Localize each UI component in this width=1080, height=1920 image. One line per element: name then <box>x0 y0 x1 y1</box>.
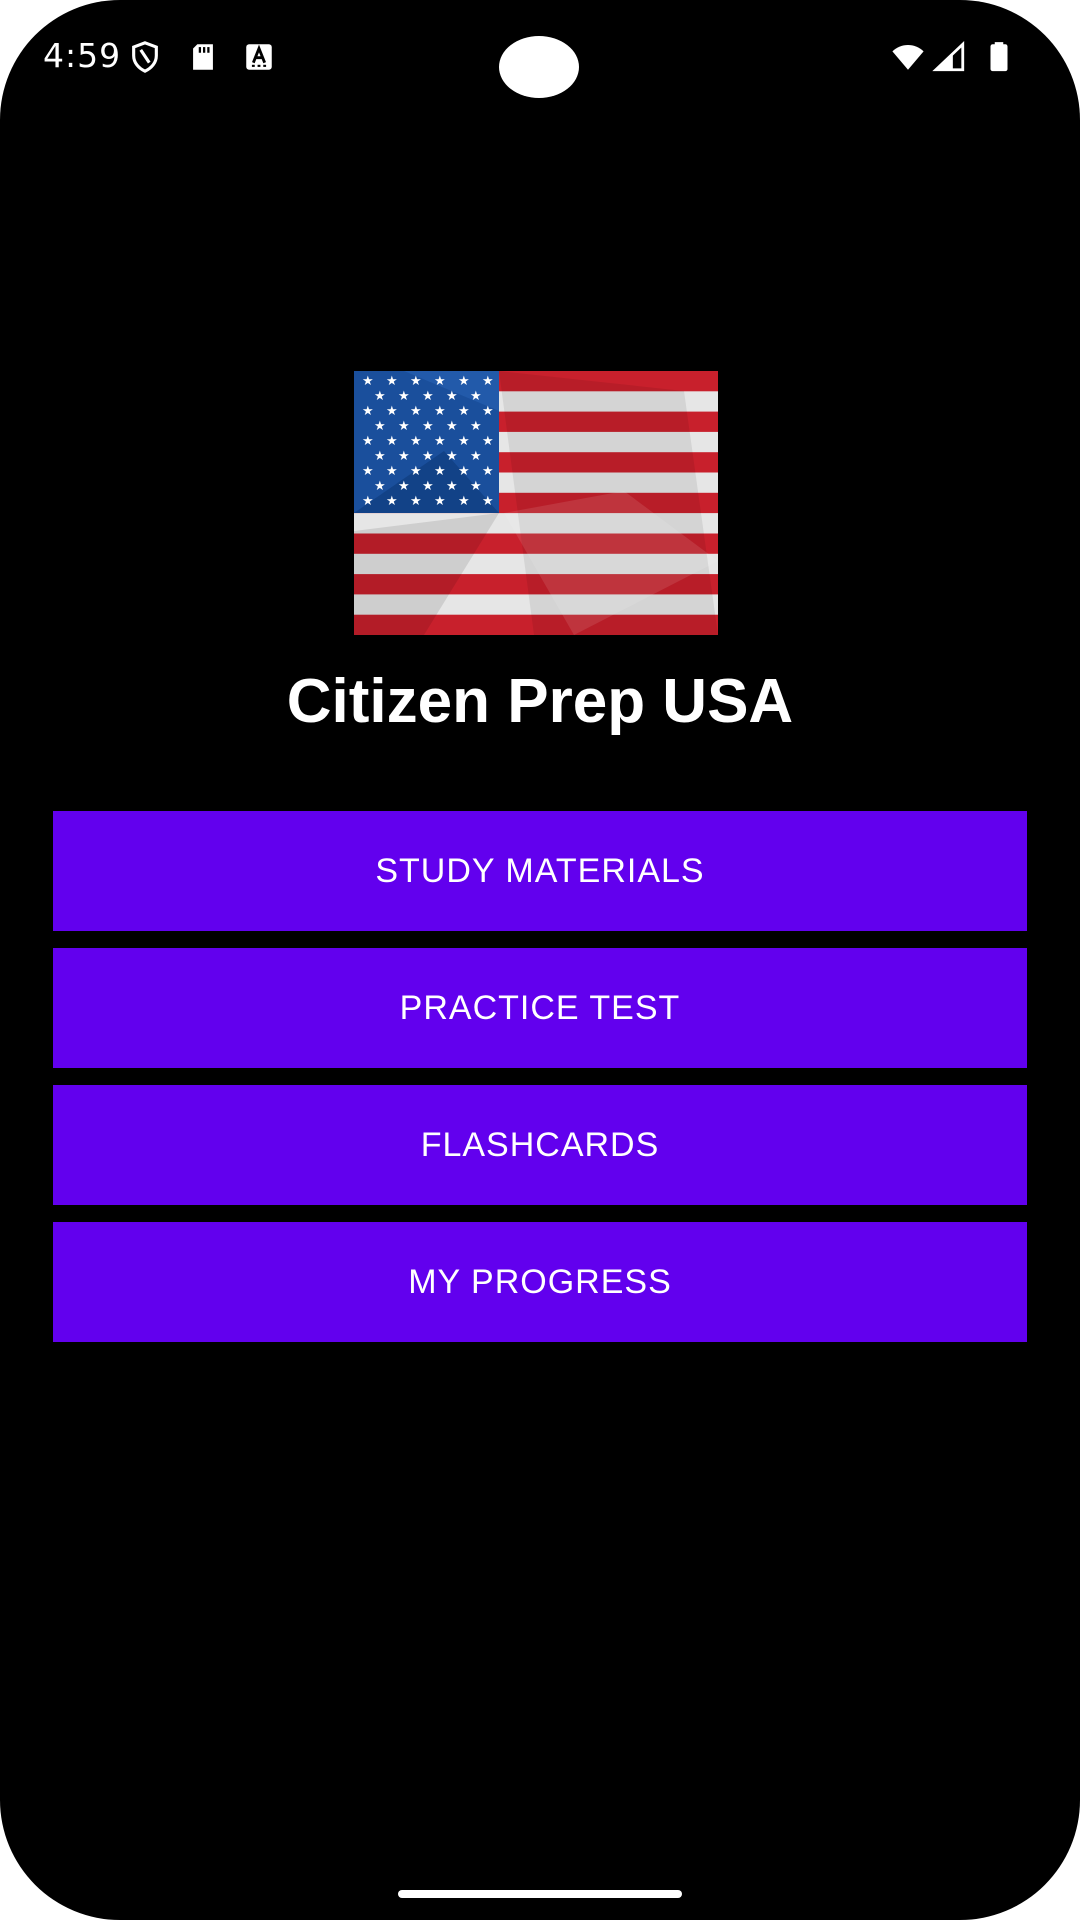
practice-test-button[interactable]: PRACTICE TEST <box>53 948 1027 1068</box>
flag-star: ★ <box>446 419 458 434</box>
flag-star: ★ <box>458 374 470 389</box>
flag-star: ★ <box>458 464 470 479</box>
flag-star: ★ <box>410 374 422 389</box>
flag-star: ★ <box>398 419 410 434</box>
flag-star: ★ <box>374 479 386 494</box>
text-a-icon <box>246 44 272 70</box>
flashcards-button[interactable]: FLASHCARDS <box>53 1085 1027 1205</box>
flag-star: ★ <box>422 389 434 404</box>
shield-icon <box>132 41 158 73</box>
flag-star: ★ <box>362 434 374 449</box>
flag-star: ★ <box>434 374 446 389</box>
home-indicator[interactable] <box>398 1890 682 1898</box>
wifi-icon <box>892 44 924 70</box>
app-screen: 4:59 ★ ★ ★ ★ ★ ★ ★ ★ ★ ★ ★ ★ ★ ★ ★ ★ ★ ★… <box>0 0 1080 1920</box>
flag-star: ★ <box>362 494 374 509</box>
flag-star: ★ <box>386 464 398 479</box>
flag-star: ★ <box>470 389 482 404</box>
cellular-signal-icon <box>932 40 965 72</box>
flag-star: ★ <box>482 464 494 479</box>
flag-star: ★ <box>362 404 374 419</box>
flag-star: ★ <box>374 419 386 434</box>
flag-star: ★ <box>470 419 482 434</box>
flag-star: ★ <box>458 494 470 509</box>
flag-star: ★ <box>386 374 398 389</box>
flag-star: ★ <box>410 494 422 509</box>
flag-star: ★ <box>434 464 446 479</box>
camera-cutout <box>499 36 579 98</box>
my-progress-button[interactable]: MY PROGRESS <box>53 1222 1027 1342</box>
study-materials-button[interactable]: STUDY MATERIALS <box>53 811 1027 931</box>
flag-star: ★ <box>470 479 482 494</box>
flag-star: ★ <box>374 449 386 464</box>
flag-star: ★ <box>362 374 374 389</box>
us-flag-icon: ★ ★ ★ ★ ★ ★★ ★ ★ ★ ★★ ★ ★ ★ ★ ★★ ★ ★ ★ ★★ ★ ★ ★ ★ ★★ ★ ★ ★ ★★ ★ ★ ★ ★ ★★… <box>354 371 718 635</box>
flag-star: ★ <box>398 479 410 494</box>
flag-star: ★ <box>374 389 386 404</box>
flag-star: ★ <box>446 479 458 494</box>
flag-star: ★ <box>410 434 422 449</box>
flag-star: ★ <box>410 464 422 479</box>
flag-star: ★ <box>434 494 446 509</box>
flag-star: ★ <box>422 419 434 434</box>
flag-star: ★ <box>398 389 410 404</box>
flag-star: ★ <box>482 404 494 419</box>
sd-card-icon <box>193 44 213 70</box>
flag-star: ★ <box>482 374 494 389</box>
flag-star: ★ <box>386 434 398 449</box>
flag-star: ★ <box>422 449 434 464</box>
flag-star: ★ <box>362 464 374 479</box>
flag-star: ★ <box>422 479 434 494</box>
flag-star: ★ <box>446 449 458 464</box>
flag-star: ★ <box>446 389 458 404</box>
flag-star: ★ <box>482 494 494 509</box>
flag-star: ★ <box>470 449 482 464</box>
flag-star: ★ <box>398 449 410 464</box>
main-menu: STUDY MATERIALS PRACTICE TEST FLASHCARDS… <box>53 811 1027 1359</box>
status-bar: 4:59 <box>0 0 1080 110</box>
flag-star: ★ <box>482 434 494 449</box>
flag-star: ★ <box>434 434 446 449</box>
battery-icon <box>990 42 1008 72</box>
flag-star: ★ <box>386 404 398 419</box>
status-time: 4:59 <box>43 36 122 75</box>
flag-star: ★ <box>410 404 422 419</box>
flag-star: ★ <box>458 434 470 449</box>
app-title: Citizen Prep USA <box>286 667 794 736</box>
flag-star: ★ <box>458 404 470 419</box>
flag-star: ★ <box>434 404 446 419</box>
flag-star: ★ <box>386 494 398 509</box>
